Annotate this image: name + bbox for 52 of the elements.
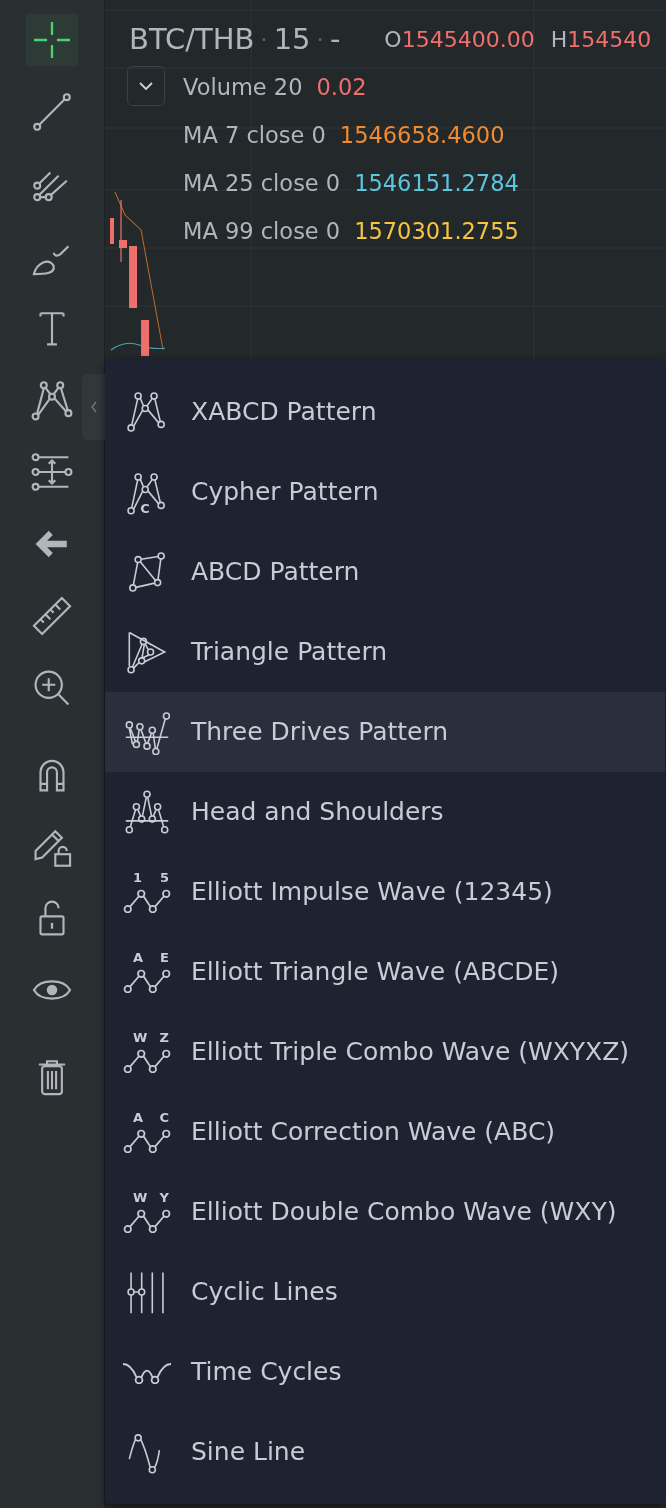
interval-label: 15	[273, 21, 311, 58]
icon-label: C	[140, 501, 150, 515]
separator-dot: ·	[260, 25, 268, 55]
indicator-value: 1546151.2784	[354, 168, 519, 198]
icon-label: A	[133, 1111, 144, 1124]
indicator-name: MA 99 close 0	[183, 216, 341, 246]
indicator-value: 1570301.2755	[354, 216, 519, 246]
indicator-value: 0.02	[316, 72, 367, 102]
icon-label: 1	[133, 871, 143, 884]
icon-label: A	[133, 951, 144, 964]
time-cycles-icon	[121, 1360, 173, 1384]
ohlc-value: H154540	[550, 26, 652, 55]
icon-label: W	[133, 1031, 148, 1044]
wave-icon	[122, 1208, 172, 1233]
menu-item[interactable]: Sine Line	[105, 1412, 665, 1492]
icon-label: Z	[159, 1031, 169, 1044]
wave-icon	[122, 1128, 172, 1153]
ohlc-value: O1545400.00	[384, 26, 535, 55]
wave-icon	[122, 968, 172, 993]
head-and-shoulders-icon	[124, 789, 170, 835]
wave-icon	[122, 1048, 172, 1073]
menu-item[interactable]: Time Cycles	[105, 1332, 665, 1412]
symbol-name: BTC/THB	[129, 21, 255, 58]
menu-item[interactable]: 1 5 Elliott Impulse Wave (12345)	[105, 852, 665, 932]
icon-label: C	[159, 1111, 169, 1124]
separator-dot: ·	[316, 25, 324, 55]
menu-item[interactable]: W Y Elliott Double Combo Wave (WXY)	[105, 1172, 665, 1252]
legend-toggle-button[interactable]	[127, 65, 165, 106]
icon-label: 5	[159, 871, 169, 884]
menu-item[interactable]: C Cypher Pattern	[105, 452, 665, 532]
menu-item[interactable]: Cyclic Lines	[105, 1252, 665, 1332]
menu-item[interactable]: A C Elliott Correction Wave (ABC)	[105, 1092, 665, 1172]
menu-item[interactable]: W Z Elliott Triple Combo Wave (WXYXZ)	[105, 1012, 665, 1092]
chevron-left-icon	[90, 400, 98, 414]
indicator-name: MA 7 close 0	[183, 120, 326, 150]
status-label: -	[329, 21, 341, 58]
chevron-down-icon	[138, 80, 154, 91]
menu-item[interactable]: Three Drives Pattern	[105, 692, 665, 772]
menu-item[interactable]: Triangle Pattern	[105, 612, 665, 692]
indicator-name: MA 25 close 0	[183, 168, 341, 198]
icon-label: Y	[159, 1191, 169, 1204]
menu-item[interactable]: Head and Shoulders	[105, 772, 665, 852]
wave-icon	[122, 888, 172, 913]
indicator-value: 1546658.4600	[339, 120, 505, 150]
menu-item[interactable]: A E Elliott Triangle Wave (ABCDE)	[105, 932, 665, 1012]
three-drives-pattern-icon	[124, 709, 170, 755]
menu-item[interactable]: ABCD Pattern	[105, 532, 665, 612]
tool-button[interactable]	[26, 14, 78, 66]
menu-item[interactable]: XABCD Pattern	[105, 372, 665, 452]
indicator-name: Volume 20	[183, 72, 303, 102]
icon-label: W	[133, 1191, 148, 1204]
icon-label: E	[160, 951, 169, 964]
